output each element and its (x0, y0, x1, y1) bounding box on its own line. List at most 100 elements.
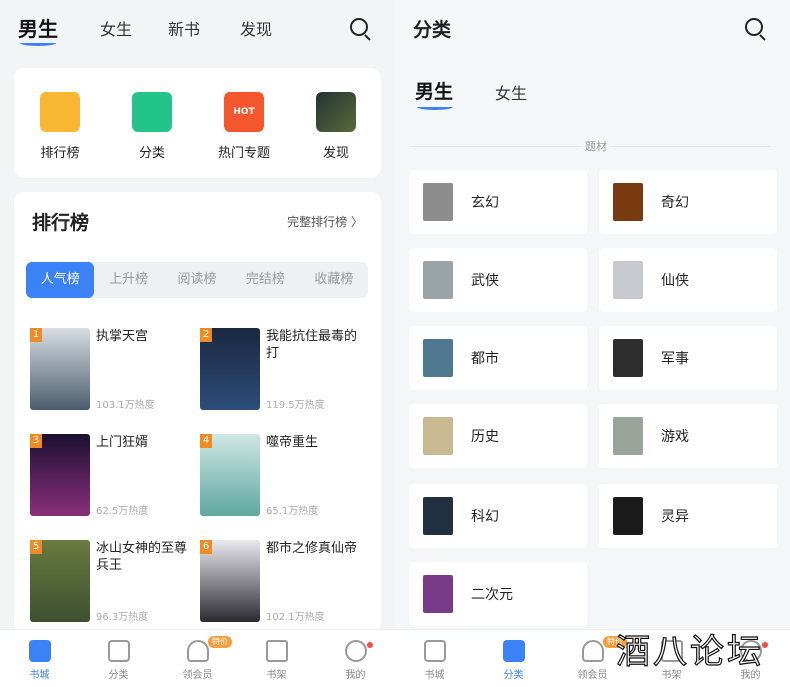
category-name: 武侠 (471, 273, 499, 289)
tab-female[interactable]: 女生 (100, 16, 132, 40)
quick-label: 分类 (138, 146, 165, 161)
segment-rising[interactable]: 上升榜 (94, 262, 162, 298)
nav-bookstore[interactable]: 书城 (0, 630, 79, 687)
section-label: 题材 (581, 138, 611, 154)
segment-popular[interactable]: 人气榜 (26, 262, 95, 298)
tab-new-books[interactable]: 新书 (168, 16, 200, 40)
book-item[interactable]: 1 执掌天宫 103.1万热度 (30, 328, 200, 420)
page-title: 分类 (413, 19, 452, 41)
nav-label: 书城 (424, 670, 445, 681)
search-icon[interactable] (743, 16, 769, 42)
quick-hot-topic[interactable]: HOT 热门专题 (204, 92, 284, 161)
nav-category[interactable]: 分类 (79, 630, 158, 687)
nav-label: 书架 (266, 670, 287, 681)
category-item[interactable]: 灵异 (599, 484, 777, 548)
ranking-card: 排行榜 完整排行榜 〉 人气榜 上升榜 阅读榜 完结榜 收藏榜 1 执掌天宫 1… (14, 192, 381, 632)
ranking-icon (40, 92, 80, 132)
quick-ranking[interactable]: 排行榜 (20, 92, 100, 161)
grid-icon (107, 640, 130, 662)
quick-label: 排行榜 (40, 146, 80, 161)
segment-favorites[interactable]: 收藏榜 (300, 262, 368, 298)
category-item[interactable]: 军事 (599, 326, 777, 390)
ranking-segments: 人气榜 上升榜 阅读榜 完结榜 收藏榜 (26, 262, 368, 298)
grid-icon (502, 640, 525, 662)
book-heat: 119.5万热度 (266, 400, 325, 411)
category-item[interactable]: 科幻 (409, 484, 587, 548)
segment-completed[interactable]: 完结榜 (231, 262, 299, 298)
tab-underline (20, 40, 56, 46)
category-cover (613, 183, 643, 221)
vip-badge: 特价 (208, 636, 232, 648)
category-name: 历史 (471, 429, 499, 445)
ranking-title: 排行榜 (32, 212, 90, 234)
segment-reading[interactable]: 阅读榜 (163, 262, 231, 298)
category-cover (613, 497, 643, 535)
category-item[interactable]: 玄幻 (409, 170, 587, 234)
book-title: 都市之修真仙帝 (266, 541, 358, 556)
category-item[interactable]: 二次元 (409, 562, 587, 626)
category-name: 灵异 (661, 509, 689, 525)
discover-icon (316, 92, 356, 132)
rank-badge: 1 (30, 328, 42, 342)
rank-badge: 6 (200, 540, 212, 554)
book-item[interactable]: 3 上门狂婿 62.5万热度 (30, 434, 200, 526)
category-cover (613, 339, 643, 377)
category-name: 玄幻 (471, 195, 499, 211)
quick-label: 发现 (322, 146, 349, 161)
quick-category[interactable]: 分类 (112, 92, 192, 161)
quick-discover[interactable]: 发现 (296, 92, 376, 161)
book-title: 噬帝重生 (266, 435, 319, 450)
category-name: 奇幻 (661, 195, 689, 211)
tab-female[interactable]: 女生 (495, 80, 527, 104)
bookshelf-icon (265, 640, 288, 662)
nav-label: 领会员 (182, 670, 213, 681)
nav-label: 我的 (345, 670, 366, 681)
search-icon[interactable] (348, 16, 374, 42)
hot-topic-icon: HOT (224, 92, 264, 132)
bookstore-icon (28, 640, 51, 662)
book-heat: 96.3万热度 (96, 612, 149, 623)
bottom-nav: 书城 分类 特价 领会员 书架 我的 (0, 629, 395, 687)
book-heat: 103.1万热度 (96, 400, 155, 411)
category-item[interactable]: 仙侠 (599, 248, 777, 312)
category-name: 游戏 (661, 429, 689, 445)
category-item[interactable]: 武侠 (409, 248, 587, 312)
category-cover (423, 183, 453, 221)
category-name: 都市 (471, 351, 499, 367)
top-nav: 男生 女生 新书 发现 (0, 0, 395, 60)
nav-category[interactable]: 分类 (474, 630, 553, 687)
category-cover (423, 575, 453, 613)
nav-mine[interactable]: 我的 (316, 630, 395, 687)
nav-label: 书城 (29, 670, 50, 681)
bookstore-screen: 男生 女生 新书 发现 排行榜 分类 HOT 热门专题 发现 排行榜 完整排行榜… (0, 0, 395, 687)
rank-badge: 4 (200, 434, 212, 448)
category-cover (613, 417, 643, 455)
book-heat: 62.5万热度 (96, 506, 149, 517)
nav-label: 分类 (503, 670, 524, 681)
book-item[interactable]: 5 冰山女神的至尊兵王 96.3万热度 (30, 540, 200, 632)
watermark: 酒八论坛 (615, 631, 764, 672)
category-item[interactable]: 游戏 (599, 404, 777, 468)
tab-male[interactable]: 男生 (18, 13, 58, 42)
nav-bookshelf[interactable]: 书架 (237, 630, 316, 687)
category-name: 军事 (661, 351, 689, 367)
category-cover (613, 261, 643, 299)
full-ranking-link[interactable]: 完整排行榜 〉 (287, 213, 363, 230)
category-item[interactable]: 历史 (409, 404, 587, 468)
book-title: 冰山女神的至尊兵王 (96, 541, 188, 573)
book-item[interactable]: 6 都市之修真仙帝 102.1万热度 (200, 540, 370, 632)
user-icon (344, 640, 367, 662)
book-item[interactable]: 4 噬帝重生 65.1万热度 (200, 434, 370, 526)
book-item[interactable]: 2 我能抗住最毒的打 119.5万热度 (200, 328, 370, 420)
rank-badge: 3 (30, 434, 42, 448)
bookstore-icon (423, 640, 446, 662)
nav-vip[interactable]: 特价 领会员 (158, 630, 237, 687)
tab-underline (417, 104, 453, 110)
category-screen: 分类 男生 女生 题材 玄幻 奇幻 武侠 仙侠 都市 军事 历史 游戏 科幻 灵… (395, 0, 790, 687)
category-item[interactable]: 奇幻 (599, 170, 777, 234)
tab-male[interactable]: 男生 (415, 77, 453, 104)
category-item[interactable]: 都市 (409, 326, 587, 390)
category-name: 科幻 (471, 509, 499, 525)
tab-discover[interactable]: 发现 (240, 16, 272, 40)
nav-bookstore[interactable]: 书城 (395, 630, 474, 687)
